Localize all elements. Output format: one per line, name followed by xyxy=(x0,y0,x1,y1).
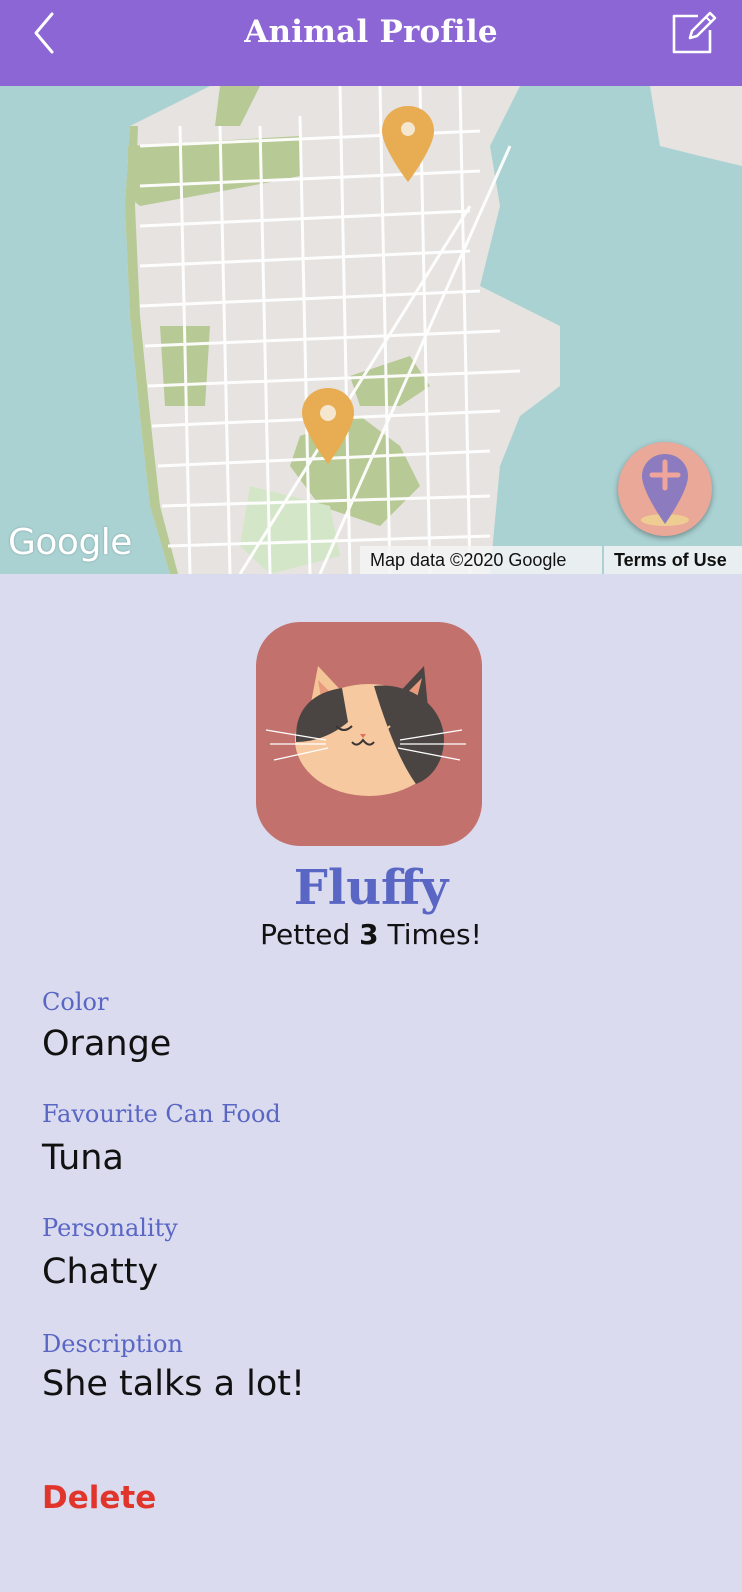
delete-button[interactable]: Delete xyxy=(42,1480,156,1516)
add-location-icon xyxy=(641,454,689,526)
edit-icon xyxy=(672,11,717,54)
cat-face-icon xyxy=(265,666,466,796)
petted-count-text: Petted 3 Times! xyxy=(0,918,742,951)
location-pin-icon xyxy=(302,388,354,464)
petted-suffix: Times! xyxy=(378,918,482,951)
top-app-bar: Animal Profile xyxy=(0,0,742,86)
google-logo: Google xyxy=(8,522,132,563)
add-location-button[interactable] xyxy=(618,442,712,536)
favourite-food-value: Tuna xyxy=(42,1138,124,1178)
petted-count: 3 xyxy=(359,918,379,951)
edit-button[interactable] xyxy=(668,8,718,58)
map-marker[interactable] xyxy=(380,104,436,184)
animal-name: Fluffy xyxy=(293,860,449,916)
personality-value: Chatty xyxy=(42,1252,159,1292)
location-pin-icon xyxy=(382,106,434,182)
animal-profile-screen: Animal Profile Google Map data ©2020 Goo… xyxy=(0,0,742,1592)
description-value: She talks a lot! xyxy=(42,1364,306,1404)
favourite-food-label: Favourite Can Food xyxy=(42,1100,281,1128)
color-label: Color xyxy=(42,988,109,1016)
color-value: Orange xyxy=(42,1024,172,1064)
terms-of-use-link[interactable]: Terms of Use xyxy=(604,546,742,574)
personality-label: Personality xyxy=(42,1214,178,1242)
map-marker[interactable] xyxy=(300,386,356,466)
map-attribution: Map data ©2020 Google xyxy=(360,546,602,574)
animal-avatar xyxy=(256,622,482,846)
page-title: Animal Profile xyxy=(244,14,498,50)
description-label: Description xyxy=(42,1330,183,1358)
petted-prefix: Petted xyxy=(260,918,360,951)
map-view[interactable]: Google Map data ©2020 Google Terms of Us… xyxy=(0,86,742,574)
